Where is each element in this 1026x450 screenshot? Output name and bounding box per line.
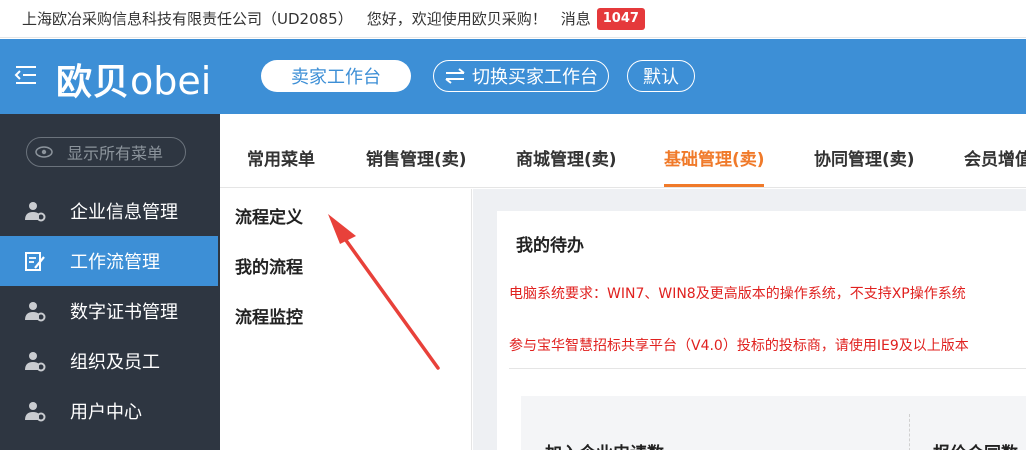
statistics-cards: 加入企业申请数 报价合同数 bbox=[521, 396, 1026, 450]
user-gear-icon bbox=[25, 202, 46, 222]
divider bbox=[509, 368, 1026, 369]
sidebar-item-workflow[interactable]: 工作流管理 bbox=[0, 236, 218, 286]
todo-panel: 我的待办 电脑系统要求：WIN7、WIN8及更高版本的操作系统，不支持XP操作系… bbox=[497, 211, 1026, 450]
edit-document-icon bbox=[25, 252, 45, 271]
tab-collaboration-management[interactable]: 协同管理(卖) bbox=[814, 145, 915, 170]
seller-workbench-button[interactable]: 卖家工作台 bbox=[261, 60, 411, 92]
greeting-text: 您好，欢迎使用欧贝采购！ bbox=[366, 10, 547, 28]
eye-icon bbox=[35, 146, 53, 158]
sidebar-item-label: 数字证书管理 bbox=[70, 302, 178, 323]
swap-icon bbox=[445, 68, 465, 84]
show-all-menus-button[interactable]: 显示所有菜单 bbox=[26, 137, 186, 167]
bidding-browser-notice: 参与宝华智慧招标共享平台（V4.0）投标的投标商，请使用IE9及以上版本 bbox=[509, 338, 969, 354]
tab-sales-management[interactable]: 销售管理(卖) bbox=[366, 145, 467, 170]
user-gear-icon bbox=[25, 302, 46, 322]
switch-buyer-workbench-button[interactable]: 切换买家工作台 bbox=[433, 60, 609, 92]
user-gear-icon bbox=[25, 352, 46, 372]
tab-basic-management[interactable]: 基础管理(卖) bbox=[664, 145, 765, 170]
submenu-item-my-process[interactable]: 我的流程 bbox=[235, 253, 303, 278]
submenu-item-process-monitor[interactable]: 流程监控 bbox=[235, 303, 303, 328]
submenu-panel: 流程定义 我的流程 流程监控 bbox=[220, 189, 472, 450]
company-name: 上海欧冶采购信息科技有限责任公司（UD2085） bbox=[22, 10, 353, 28]
sidebar-item-label: 工作流管理 bbox=[70, 252, 160, 273]
module-tabs: 常用菜单 销售管理(卖) 商城管理(卖) 基础管理(卖) 协同管理(卖) 会员增… bbox=[220, 114, 1026, 188]
quotation-contracts-title[interactable]: 报价合同数 bbox=[933, 439, 1018, 450]
sidebar-item-organization[interactable]: 组织及员工 bbox=[0, 336, 218, 386]
messages-count-badge[interactable]: 1047 bbox=[596, 7, 645, 30]
messages-link[interactable]: 消息 bbox=[561, 8, 591, 29]
sidebar: 显示所有菜单 企业信息管理 工作流管理 数字证书管理 组织及员工 用户中心 bbox=[0, 114, 220, 450]
tab-mall-management[interactable]: 商城管理(卖) bbox=[516, 145, 617, 170]
submenu-item-process-definition[interactable]: 流程定义 bbox=[235, 203, 303, 228]
user-gear-icon bbox=[25, 402, 46, 422]
app-header: 欧贝obei 卖家工作台 切换买家工作台 默认 bbox=[0, 39, 1026, 114]
system-requirement-notice: 电脑系统要求：WIN7、WIN8及更高版本的操作系统，不支持XP操作系统 bbox=[509, 286, 966, 302]
card-separator bbox=[909, 414, 910, 450]
tab-member-value-added[interactable]: 会员增值 bbox=[964, 145, 1026, 170]
sidebar-item-label: 组织及员工 bbox=[70, 352, 160, 373]
page-title: 我的待办 bbox=[516, 236, 584, 256]
top-info-bar: 上海欧冶采购信息科技有限责任公司（UD2085） 您好，欢迎使用欧贝采购！ 消息… bbox=[0, 0, 1026, 38]
tab-common-menu[interactable]: 常用菜单 bbox=[247, 145, 315, 170]
sidebar-item-label: 用户中心 bbox=[70, 402, 142, 423]
menu-toggle-icon[interactable] bbox=[14, 64, 38, 86]
sidebar-item-digital-certificate[interactable]: 数字证书管理 bbox=[0, 286, 218, 336]
sidebar-item-enterprise-info[interactable]: 企业信息管理 bbox=[0, 186, 218, 236]
active-tab-indicator bbox=[664, 184, 764, 187]
default-button[interactable]: 默认 bbox=[627, 60, 695, 92]
join-enterprise-requests-title[interactable]: 加入企业申请数 bbox=[545, 439, 664, 450]
switch-buyer-label: 切换买家工作台 bbox=[472, 67, 598, 88]
sidebar-item-label: 企业信息管理 bbox=[70, 202, 178, 223]
show-all-menus-label: 显示所有菜单 bbox=[67, 144, 164, 163]
obei-logo: 欧贝obei bbox=[56, 59, 212, 103]
sidebar-item-user-center[interactable]: 用户中心 bbox=[0, 386, 218, 436]
